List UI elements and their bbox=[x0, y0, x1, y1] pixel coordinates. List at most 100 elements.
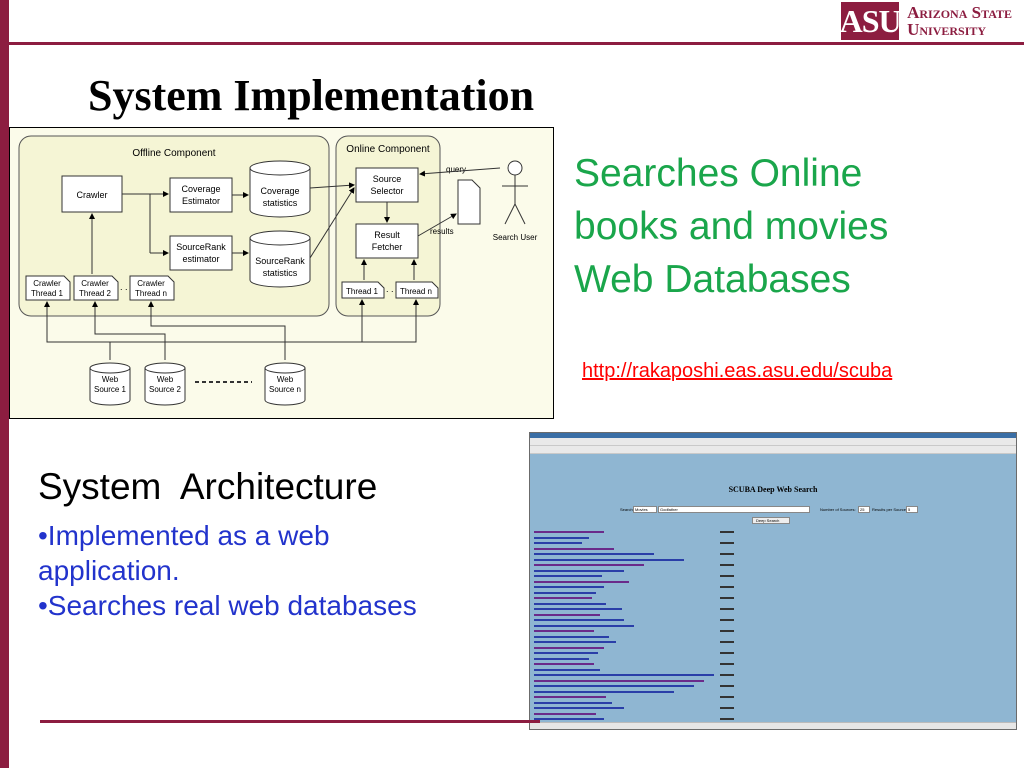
browser-screenshot: SCUBA Deep Web Search Search: Movies God… bbox=[529, 432, 1017, 730]
result-row[interactable] bbox=[534, 553, 654, 555]
architecture-diagram: Offline Component Online Component Crawl… bbox=[9, 127, 554, 419]
result-row[interactable] bbox=[534, 536, 589, 539]
result-row[interactable] bbox=[534, 619, 624, 621]
sources-select[interactable]: 25 bbox=[858, 506, 870, 513]
sourcerank-statistics-line1: SourceRank bbox=[255, 256, 305, 266]
result-price bbox=[720, 608, 734, 610]
result-row[interactable] bbox=[534, 712, 596, 715]
result-row[interactable] bbox=[534, 586, 604, 588]
source-selector-line2: Selector bbox=[370, 186, 403, 196]
category-select[interactable]: Movies bbox=[633, 506, 657, 513]
browser-toolbar bbox=[530, 446, 1016, 454]
svg-text:Crawler: Crawler bbox=[137, 279, 165, 288]
result-row[interactable] bbox=[534, 701, 612, 704]
results-document bbox=[457, 179, 481, 225]
result-row[interactable] bbox=[534, 635, 609, 638]
result-row[interactable] bbox=[534, 531, 604, 533]
asu-logo-name-line1: Arizona State bbox=[907, 3, 1012, 22]
result-row[interactable] bbox=[534, 696, 606, 698]
crawler-label: Crawler bbox=[76, 190, 107, 200]
result-row[interactable] bbox=[534, 668, 600, 671]
result-row[interactable] bbox=[534, 597, 592, 599]
result-row[interactable] bbox=[534, 657, 589, 660]
result-row[interactable] bbox=[534, 707, 624, 709]
result-row[interactable] bbox=[534, 641, 616, 643]
online-thread-1: Thread 1 bbox=[341, 281, 385, 299]
search-user-figure bbox=[502, 160, 528, 225]
architecture-title: System Architecture bbox=[38, 466, 378, 507]
result-price bbox=[720, 619, 734, 621]
scuba-heading: SCUBA Deep Web Search bbox=[728, 485, 818, 494]
result-row[interactable] bbox=[534, 679, 704, 682]
bottom-divider bbox=[40, 720, 540, 723]
svg-text:Thread 2: Thread 2 bbox=[79, 289, 112, 298]
result-row[interactable] bbox=[534, 569, 624, 572]
result-price bbox=[720, 597, 734, 599]
result-row[interactable] bbox=[534, 690, 674, 693]
result-price bbox=[720, 531, 734, 533]
deep-search-button[interactable]: Deep Search bbox=[752, 517, 790, 524]
result-price bbox=[720, 652, 734, 654]
result-row[interactable] bbox=[534, 608, 622, 610]
bullet-list: •Implemented as a web application. •Sear… bbox=[38, 518, 438, 623]
sourcerank-estimator-line1: SourceRank bbox=[176, 242, 226, 252]
asu-logo-name: Arizona State University bbox=[907, 4, 1012, 38]
sourcerank-estimator-line2: estimator bbox=[182, 254, 219, 264]
result-row[interactable] bbox=[534, 575, 602, 577]
svg-text:Source 1: Source 1 bbox=[94, 385, 127, 394]
headline-line-3: Web Databases bbox=[574, 258, 851, 301]
result-row[interactable] bbox=[534, 624, 634, 627]
result-price bbox=[720, 553, 734, 555]
result-price bbox=[720, 575, 734, 577]
svg-text:Web: Web bbox=[102, 375, 119, 384]
svg-text:Thread n: Thread n bbox=[135, 289, 167, 298]
result-row[interactable] bbox=[534, 646, 604, 649]
result-row[interactable] bbox=[534, 685, 694, 687]
left-accent-bar bbox=[0, 0, 9, 768]
bullet-item-2: •Searches real web databases bbox=[38, 590, 417, 621]
crawler-thread-n: Crawler Thread n bbox=[129, 275, 175, 301]
sourcerank-statistics-line2: statistics bbox=[263, 268, 298, 278]
asu-logo-mark: ASU bbox=[839, 2, 902, 40]
result-row[interactable] bbox=[534, 674, 714, 676]
result-price bbox=[720, 564, 734, 566]
result-fetcher-line2: Fetcher bbox=[372, 242, 403, 252]
result-price bbox=[720, 586, 734, 588]
source-selector-line1: Source bbox=[373, 174, 402, 184]
browser-address-bar bbox=[530, 438, 1016, 446]
result-row[interactable] bbox=[534, 564, 644, 566]
asu-logo: ASU Arizona State University bbox=[839, 2, 1012, 40]
svg-text:Web: Web bbox=[277, 375, 294, 384]
crawler-thread-1: Crawler Thread 1 bbox=[25, 275, 71, 301]
results-per-source-label: Results per Source: bbox=[872, 507, 908, 512]
result-row[interactable] bbox=[534, 613, 600, 616]
result-row[interactable] bbox=[534, 542, 582, 544]
browser-status-bar bbox=[530, 722, 1016, 729]
crawler-thread-2: Crawler Thread 2 bbox=[73, 275, 119, 301]
svg-text:Thread n: Thread n bbox=[400, 287, 432, 296]
result-row[interactable] bbox=[534, 602, 606, 605]
result-row[interactable] bbox=[534, 652, 598, 654]
result-row[interactable] bbox=[534, 558, 684, 561]
search-input[interactable]: Godfather bbox=[658, 506, 810, 513]
result-price bbox=[720, 663, 734, 665]
scuba-url-link[interactable]: http://rakaposhi.eas.asu.edu/scuba bbox=[582, 360, 892, 383]
result-row[interactable] bbox=[534, 630, 594, 632]
scuba-page: SCUBA Deep Web Search Search: Movies God… bbox=[530, 455, 1016, 726]
headline: Searches Online books and movies Web Dat… bbox=[574, 147, 1014, 306]
sources-label: Number of Sources: bbox=[820, 507, 856, 512]
search-label: Search: bbox=[620, 507, 634, 512]
result-row[interactable] bbox=[534, 547, 614, 550]
svg-text:Thread 1: Thread 1 bbox=[31, 289, 64, 298]
result-row[interactable] bbox=[534, 663, 594, 665]
svg-text:Source n: Source n bbox=[269, 385, 301, 394]
result-row[interactable] bbox=[534, 718, 604, 720]
result-price bbox=[720, 718, 734, 720]
result-row[interactable] bbox=[534, 591, 596, 594]
results-select[interactable]: 5 bbox=[906, 506, 918, 513]
svg-text:Source 2: Source 2 bbox=[149, 385, 182, 394]
bullet-item-1: •Implemented as a web application. bbox=[38, 520, 330, 586]
result-row[interactable] bbox=[534, 580, 629, 583]
web-source-2: Web Source 2 bbox=[144, 362, 186, 406]
coverage-estimator-line1: Coverage bbox=[181, 184, 220, 194]
